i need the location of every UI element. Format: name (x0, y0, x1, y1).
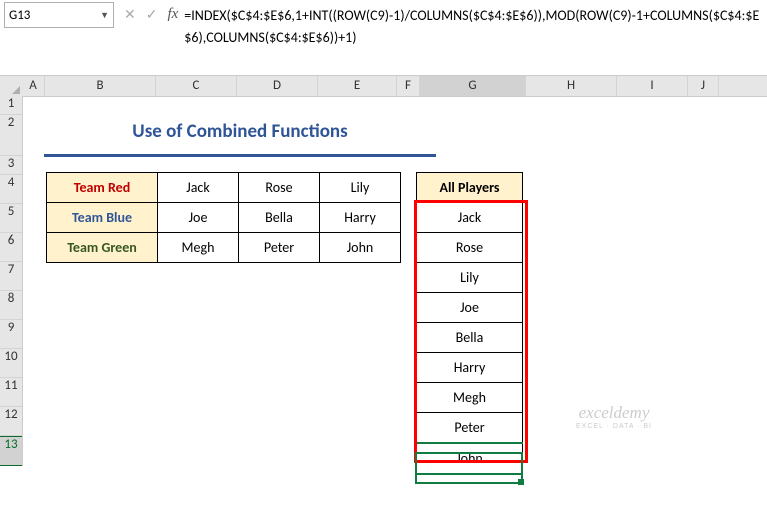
team-green-header[interactable]: Team Green (47, 233, 158, 263)
cell[interactable]: Jack (158, 173, 239, 203)
cancel-icon[interactable]: ✕ (124, 6, 136, 23)
row-header-2[interactable]: 2 (0, 115, 22, 156)
cell[interactable]: Joe (417, 293, 523, 323)
name-box[interactable]: G13 ▼ (4, 2, 114, 28)
watermark-sub: EXCEL · DATA · BI (576, 423, 652, 430)
row-headers[interactable]: 1 2 3 4 5 6 7 8 9 10 11 12 13 (0, 96, 23, 466)
cell[interactable]: Rose (239, 173, 320, 203)
cell[interactable]: Megh (158, 233, 239, 263)
row-header-12[interactable]: 12 (0, 407, 22, 436)
col-header-G[interactable]: G (420, 76, 526, 96)
col-header-C[interactable]: C (156, 76, 237, 96)
cells-area[interactable]: Use of Combined Functions Team Red Jack … (22, 96, 767, 506)
cell[interactable]: Lily (417, 263, 523, 293)
col-header-A[interactable]: A (22, 76, 45, 96)
cell[interactable]: Harry (320, 203, 401, 233)
column-headers[interactable]: A B C D E F G H I J (22, 76, 767, 97)
col-header-B[interactable]: B (45, 76, 156, 96)
fx-icon[interactable]: fx (167, 6, 178, 23)
sheet-title: Use of Combined Functions (44, 114, 436, 157)
row-header-5[interactable]: 5 (0, 204, 22, 233)
row-header-4[interactable]: 4 (0, 175, 22, 204)
enter-icon[interactable]: ✓ (146, 6, 158, 23)
all-players-header[interactable]: All Players (417, 173, 523, 203)
col-header-H[interactable]: H (526, 76, 617, 96)
col-header-I[interactable]: I (617, 76, 688, 96)
cell[interactable]: Rose (417, 233, 523, 263)
chevron-down-icon[interactable]: ▼ (100, 10, 109, 21)
formula-toolbar: G13 ▼ ✕ ✓ fx =INDEX($C$4:$E$6,1+INT((ROW… (0, 0, 767, 76)
formula-bar[interactable]: =INDEX($C$4:$E$6,1+INT((ROW(C9)-1)/COLUM… (184, 2, 763, 48)
col-header-D[interactable]: D (237, 76, 318, 96)
cell[interactable]: Jack (417, 203, 523, 233)
spreadsheet-grid[interactable]: A B C D E F G H I J 1 2 3 4 5 6 7 8 9 10… (0, 76, 767, 506)
col-header-J[interactable]: J (688, 76, 719, 96)
row-header-11[interactable]: 11 (0, 378, 22, 407)
table-row: Team Red Jack Rose Lily (47, 173, 401, 203)
row-header-7[interactable]: 7 (0, 262, 22, 291)
cell[interactable]: Joe (158, 203, 239, 233)
table-row: Team Green Megh Peter John (47, 233, 401, 263)
cell[interactable]: Peter (239, 233, 320, 263)
row-header-6[interactable]: 6 (0, 233, 22, 262)
row-header-3[interactable]: 3 (0, 156, 22, 175)
watermark-main: exceldemy (579, 403, 650, 422)
cell[interactable]: Lily (320, 173, 401, 203)
team-red-header[interactable]: Team Red (47, 173, 158, 203)
col-header-F[interactable]: F (397, 76, 420, 96)
row-header-9[interactable]: 9 (0, 320, 22, 349)
team-blue-header[interactable]: Team Blue (47, 203, 158, 233)
row-header-13[interactable]: 13 (0, 436, 22, 466)
row-header-10[interactable]: 10 (0, 349, 22, 378)
table-row: Team Blue Joe Bella Harry (47, 203, 401, 233)
source-table: Team Red Jack Rose Lily Team Blue Joe Be… (46, 172, 401, 263)
watermark: exceldemy EXCEL · DATA · BI (576, 404, 652, 430)
cell[interactable]: Megh (417, 383, 523, 413)
result-table: All Players Jack Rose Lily Joe Bella Har… (416, 172, 523, 475)
row-header-8[interactable]: 8 (0, 291, 22, 320)
row-header-1[interactable]: 1 (0, 96, 22, 115)
col-header-E[interactable]: E (318, 76, 397, 96)
cell[interactable]: Bella (239, 203, 320, 233)
formula-bar-icons: ✕ ✓ fx (124, 2, 178, 26)
cell[interactable]: John (417, 443, 523, 474)
cell[interactable]: John (320, 233, 401, 263)
name-box-value: G13 (9, 8, 100, 23)
cell[interactable]: Harry (417, 353, 523, 383)
select-all-button[interactable] (0, 76, 23, 97)
cell[interactable]: Bella (417, 323, 523, 353)
cell[interactable]: Peter (417, 413, 523, 444)
